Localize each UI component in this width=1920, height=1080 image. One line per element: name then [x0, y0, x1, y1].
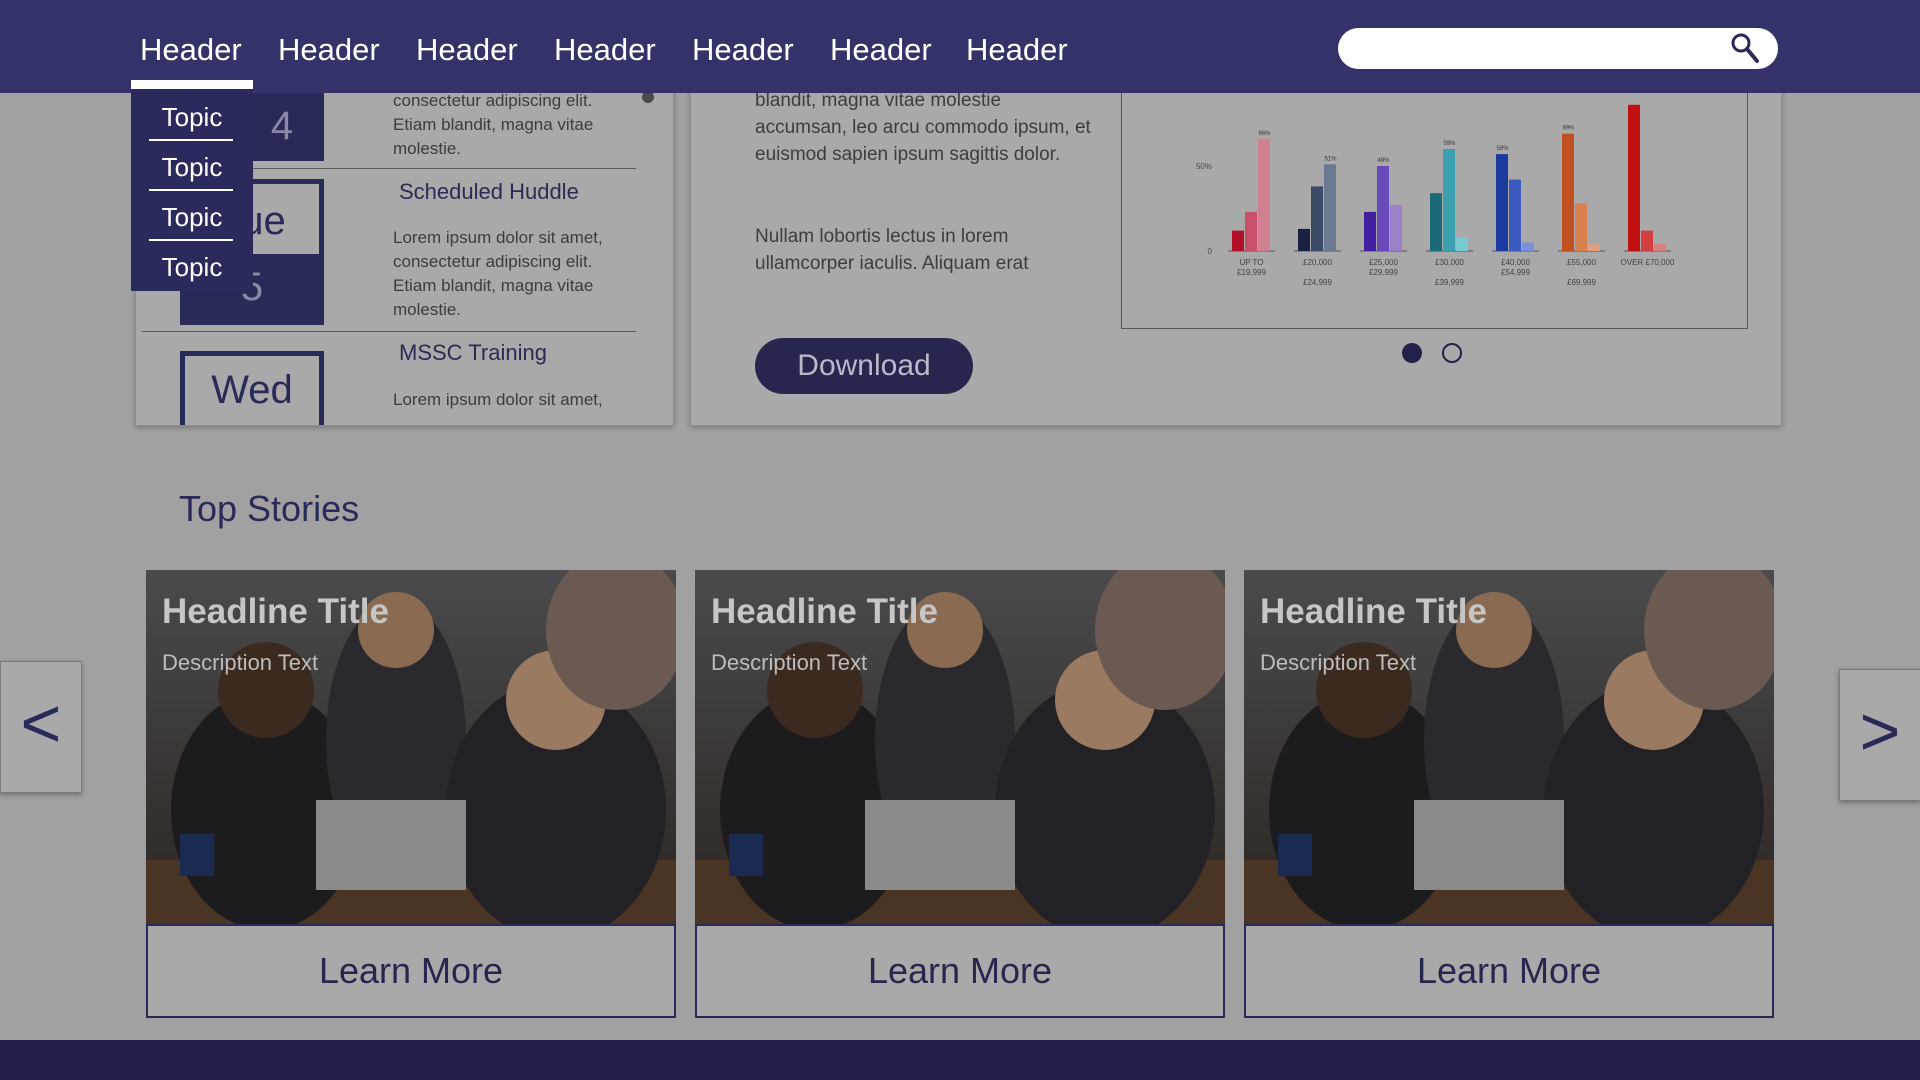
info-panel: blandit, magna vitae molestie accumsan, …: [690, 60, 1782, 426]
x-tick-label: £54,999: [1501, 268, 1530, 277]
chart-bar: [1311, 186, 1323, 251]
search-icon[interactable]: [1730, 32, 1760, 64]
story-description: Description Text: [711, 650, 868, 675]
carousel-next-button[interactable]: >: [1839, 669, 1920, 801]
carousel-prev-button[interactable]: <: [0, 661, 82, 793]
bar-data-label: 58%: [1496, 146, 1509, 152]
nav-item-header-1[interactable]: Header: [140, 30, 242, 70]
search-input[interactable]: [1362, 28, 1726, 71]
x-tick-label: £19,999: [1237, 268, 1266, 277]
chart-bar: [1298, 228, 1310, 251]
chart-bar: [1430, 193, 1442, 251]
y-tick-label: 50%: [1196, 162, 1212, 171]
bar-data-label: 69%: [1562, 126, 1575, 132]
event-divider: [142, 331, 636, 332]
top-stories-section: Top Stories Headline Title Description T…: [0, 456, 1920, 1040]
bar-data-label: 49%: [1377, 158, 1390, 164]
download-button[interactable]: Download: [755, 338, 973, 394]
active-nav-indicator: [131, 80, 253, 89]
chart-bar: [1324, 164, 1336, 251]
nav-item-header-3[interactable]: Header: [416, 30, 518, 70]
info-paragraph: blandit, magna vitae molestie accumsan, …: [755, 90, 1091, 165]
nav-item-header-6[interactable]: Header: [830, 30, 932, 70]
chart-bar: [1258, 138, 1270, 251]
event-title[interactable]: Scheduled Huddle: [399, 179, 579, 205]
chart-bar: [1443, 149, 1455, 251]
dropdown-separator: [149, 239, 233, 241]
chart-bar: [1562, 133, 1574, 251]
chart-frame: 0 50% 66% UP TO £19,999 51% £20,000 £24,999 49% £…: [1121, 61, 1748, 329]
chart-bar: [1496, 154, 1508, 251]
top-navigation-bar: Header Header Header Header Header Heade…: [0, 0, 1920, 93]
x-tick-label: £25,000: [1369, 258, 1398, 267]
bar-data-label: 59%: [1443, 141, 1456, 147]
story-card: Headline Title Description Text Learn Mo…: [695, 570, 1225, 1018]
story-card: Headline Title Description Text Learn Mo…: [146, 570, 676, 1018]
story-card: Headline Title Description Text Learn Mo…: [1244, 570, 1774, 1018]
story-headline: Headline Title: [711, 592, 938, 631]
dropdown-separator: [149, 189, 233, 191]
event-date-weekday-text: Wed: [211, 368, 293, 412]
dropdown-item-topic-3[interactable]: Topic: [131, 197, 253, 237]
chart-bar: [1232, 230, 1244, 251]
story-description: Description Text: [162, 650, 319, 675]
page-footer: [0, 1040, 1920, 1080]
chart-bar: [1522, 242, 1534, 251]
chart-bar: [1390, 205, 1402, 251]
chart-bar: [1641, 230, 1653, 251]
chart-bar: [1628, 104, 1640, 251]
x-tick-label: £40,000: [1501, 258, 1530, 267]
x-tick-label: £24,999: [1303, 278, 1332, 287]
y-tick-label: 0: [1208, 247, 1213, 256]
x-tick-label: £69,999: [1567, 278, 1596, 287]
income-bar-chart: 0 50% 66% UP TO£19,999 51% £20,000 £24,999 49% £…: [1196, 104, 1675, 287]
nav-item-header-2[interactable]: Header: [278, 30, 380, 70]
nav-item-header-5[interactable]: Header: [692, 30, 794, 70]
event-description: consectetur adipiscing elit. Etiam bland…: [393, 91, 594, 158]
x-tick-label: £55,000: [1567, 258, 1596, 267]
chart-bar: [1364, 211, 1376, 251]
carousel-dot[interactable]: [1442, 343, 1462, 363]
chart-bar: [1588, 244, 1600, 251]
chart-bar: [1575, 203, 1587, 251]
dropdown-item-topic-4[interactable]: Topic: [131, 247, 253, 287]
x-tick-label: OVER £70,000: [1621, 258, 1675, 267]
dropdown-separator: [149, 139, 233, 141]
event-date-weekday: Wed: [180, 351, 324, 425]
x-tick-label: £29,999: [1369, 268, 1398, 277]
story-image[interactable]: Headline Title Description Text: [146, 570, 676, 924]
search-bar[interactable]: [1338, 28, 1778, 71]
story-headline: Headline Title: [162, 592, 389, 631]
story-headline: Headline Title: [1260, 592, 1487, 631]
nav-item-header-4[interactable]: Header: [554, 30, 656, 70]
x-tick-label: UP TO: [1239, 258, 1263, 267]
topic-dropdown-menu: Topic Topic Topic Topic: [131, 89, 253, 291]
chart-bar: [1377, 166, 1389, 251]
section-title: Top Stories: [179, 488, 360, 529]
chart-bar: [1245, 211, 1257, 251]
story-image[interactable]: Headline Title Description Text: [1244, 570, 1774, 924]
dropdown-item-topic-1[interactable]: Topic: [131, 97, 253, 137]
story-description: Description Text: [1260, 650, 1417, 675]
x-tick-label: £39,999: [1435, 278, 1464, 287]
nav-item-header-7[interactable]: Header: [966, 30, 1068, 70]
x-tick-label: £30,000: [1435, 258, 1464, 267]
dropdown-item-topic-2[interactable]: Topic: [131, 147, 253, 187]
chart-bar: [1456, 237, 1468, 251]
story-image[interactable]: Headline Title Description Text: [695, 570, 1225, 924]
x-tick-label: £20,000: [1303, 258, 1332, 267]
chart-bar: [1509, 179, 1521, 251]
learn-more-button[interactable]: Learn More: [146, 924, 676, 1018]
learn-more-button[interactable]: Learn More: [695, 924, 1225, 1018]
event-description: Lorem ipsum dolor sit amet, consectetur …: [393, 228, 603, 319]
bar-data-label: 51%: [1324, 156, 1337, 162]
info-paragraph: Nullam lobortis lectus in lorem ullamcor…: [755, 226, 1029, 274]
learn-more-button[interactable]: Learn More: [1244, 924, 1774, 1018]
carousel-dot-active[interactable]: [1402, 343, 1422, 363]
bar-data-label: 66%: [1258, 131, 1271, 137]
chart-bar: [1654, 244, 1666, 251]
event-description: Lorem ipsum dolor sit amet,: [393, 390, 603, 409]
event-title[interactable]: MSSC Training: [399, 340, 547, 366]
